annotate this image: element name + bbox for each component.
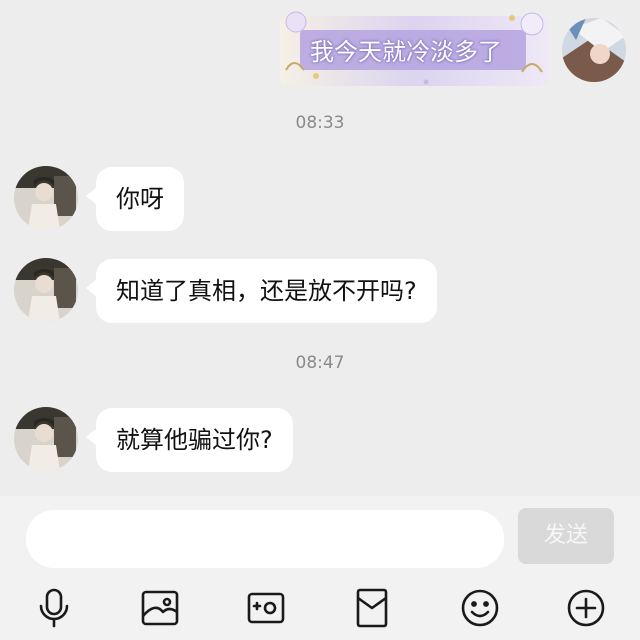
sent-message-sticker-bubble[interactable]: 我今天就冷淡多了 — [276, 10, 552, 90]
contact-avatar-image — [14, 407, 78, 471]
contact-avatar[interactable] — [14, 166, 78, 230]
timestamp: 08:47 — [295, 353, 345, 373]
emoji-icon[interactable] — [458, 586, 502, 630]
message-input[interactable] — [26, 510, 504, 568]
image-icon[interactable] — [138, 586, 182, 630]
contact-avatar[interactable] — [14, 258, 78, 322]
received-message[interactable]: 知道了真相，还是放不开吗? — [86, 259, 437, 323]
camera-icon[interactable] — [244, 586, 288, 630]
send-button[interactable]: 发送 — [518, 508, 614, 564]
message-input-bar: 发送 — [0, 496, 640, 576]
microphone-icon[interactable] — [32, 586, 76, 630]
timestamp: 08:33 — [295, 113, 345, 133]
received-message[interactable]: 就算他骗过你? — [86, 408, 293, 472]
my-avatar-image — [562, 18, 626, 82]
contact-avatar-image — [14, 166, 78, 230]
contact-avatar[interactable] — [14, 407, 78, 471]
contact-avatar-image — [14, 258, 78, 322]
red-packet-icon[interactable] — [350, 586, 394, 630]
received-message[interactable]: 你呀 — [86, 167, 184, 231]
plus-icon[interactable] — [564, 586, 608, 630]
bottom-toolbar — [0, 576, 640, 640]
sent-message-text: 我今天就冷淡多了 — [310, 38, 502, 66]
chat-area: 我今天就冷淡多了 08:33 你呀 知道了真相，还是放不开吗? 08:47 就算… — [0, 0, 640, 496]
my-avatar[interactable] — [562, 18, 626, 82]
